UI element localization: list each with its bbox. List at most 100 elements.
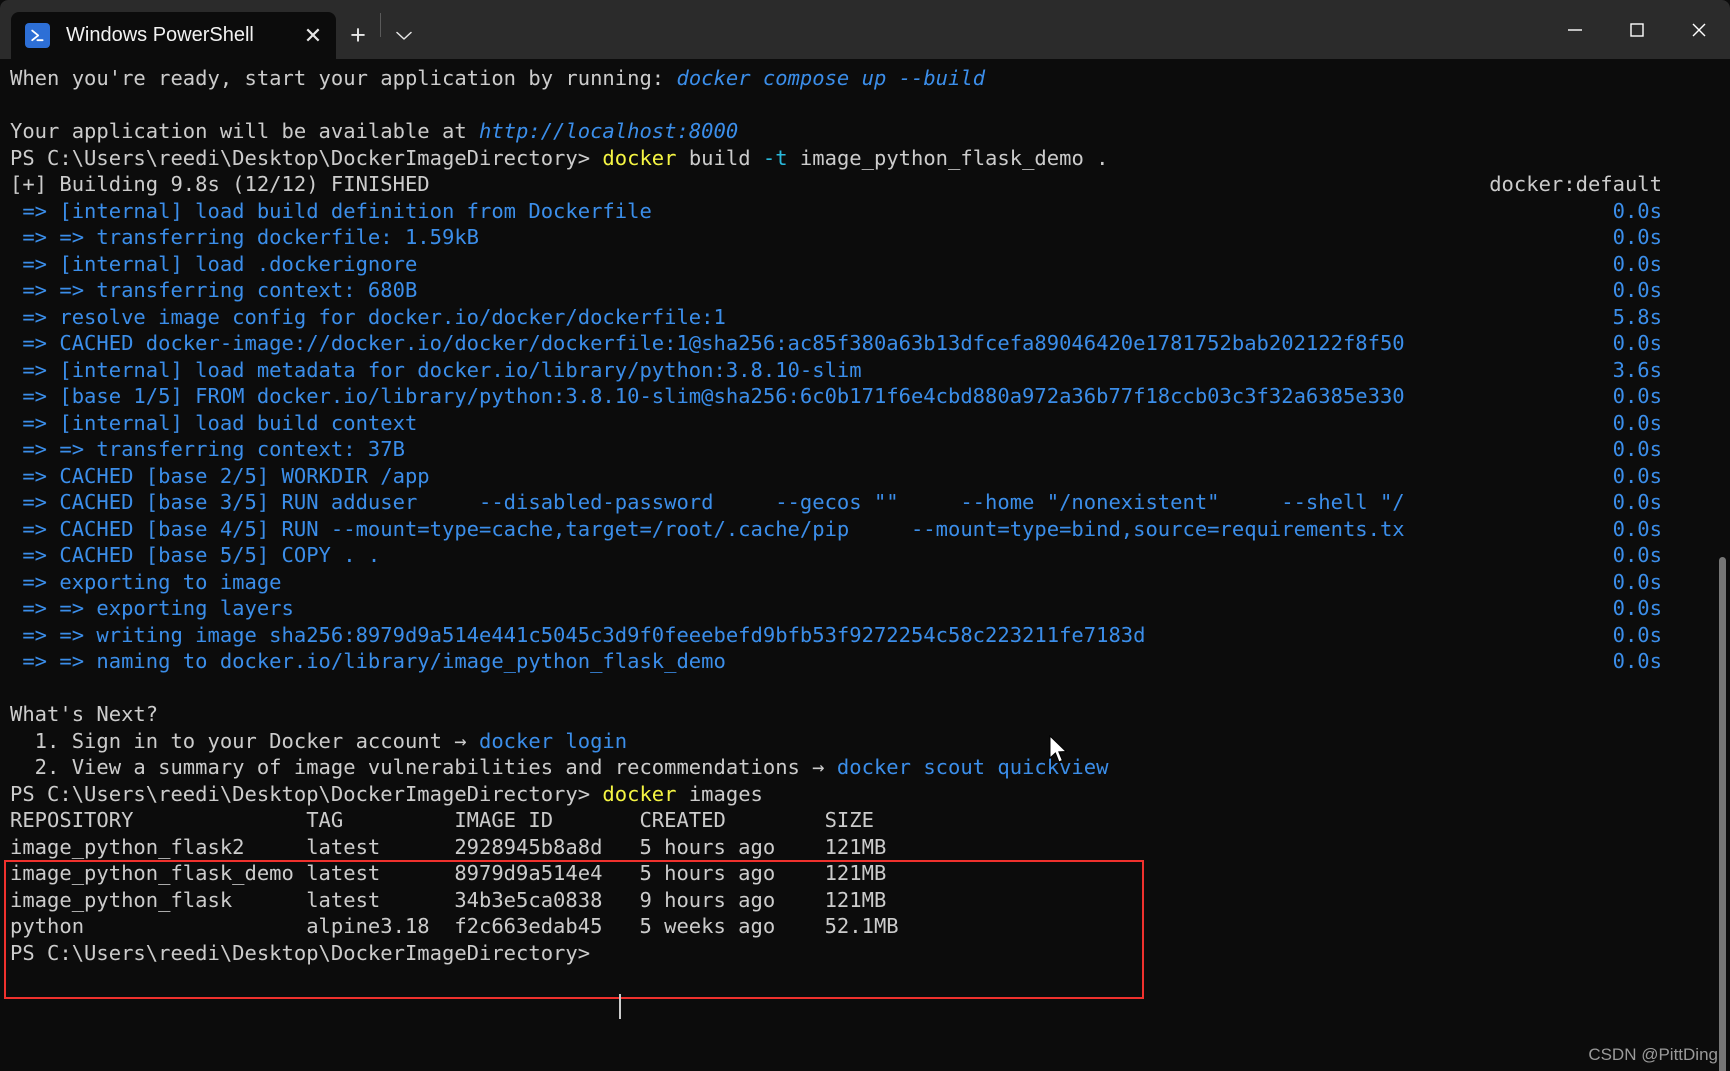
images-table-header: REPOSITORY TAG IMAGE ID CREATED SIZE (10, 808, 874, 832)
images-table-row: image_python_flask latest 34b3e5ca0838 9… (10, 887, 887, 912)
localhost-url: http://localhost:8000 (479, 119, 739, 143)
build-step-text: => => transferring dockerfile: 1.59kB (10, 225, 479, 249)
build-step-time: 0.0s (1612, 410, 1662, 435)
final-prompt-line: PS C:\Users\reedi\Desktop\DockerImageDir… (0, 940, 1730, 967)
build-step-text: => exporting to image (10, 569, 282, 594)
images-table-row: image_python_flask2 latest 2928945b8a8d … (10, 834, 887, 859)
build-subcommand: build (676, 145, 763, 170)
whats-next-items: 1. Sign in to your Docker account → dock… (0, 728, 1730, 781)
prompt-line-images: PS C:\Users\reedi\Desktop\DockerImageDir… (0, 781, 1730, 808)
title-bar: Windows PowerShell ✕ + (0, 0, 1730, 59)
powershell-icon (25, 23, 50, 48)
images-table-rows: image_python_flask2 latest 2928945b8a8d … (0, 834, 1730, 940)
ready-line: When you're ready, start your applicatio… (0, 65, 1730, 92)
building-header-row: [+] Building 9.8s (12/12) FINISHED docke… (0, 171, 1730, 198)
build-step-time: 0.0s (1612, 516, 1662, 541)
builder-name: docker:default (1489, 172, 1662, 196)
compose-command: docker compose up --build (676, 66, 986, 90)
build-step-row: => [internal] load build definition from… (0, 198, 1730, 225)
build-step-text: => CACHED [base 2/5] WORKDIR /app (10, 463, 430, 488)
docker-keyword-2: docker (602, 781, 677, 806)
build-step-row: => [base 1/5] FROM docker.io/library/pyt… (0, 383, 1730, 410)
build-step-row: => [internal] load metadata for docker.i… (0, 357, 1730, 384)
build-step-row: => => exporting layers 0.0s (0, 595, 1730, 622)
whats-next-label: What's Next? (10, 702, 159, 726)
availability-text: Your application will be available at (10, 119, 479, 143)
build-step-row: => => writing image sha256:8979d9a514e44… (0, 622, 1730, 649)
build-step-text: => => exporting layers (10, 596, 294, 620)
build-step-time: 0.0s (1612, 278, 1662, 302)
building-header: [+] Building 9.8s (12/12) FINISHED (10, 172, 430, 196)
terminal-scrollbar[interactable] (1719, 557, 1726, 1071)
whats-next-item: 2. View a summary of image vulnerabiliti… (0, 754, 1730, 781)
terminal-output[interactable]: When you're ready, start your applicatio… (0, 59, 1730, 1071)
build-step-text: => => transferring context: 37B (10, 437, 405, 461)
build-step-row: => CACHED [base 2/5] WORKDIR /app 0.0s (0, 463, 1730, 490)
final-prompt-path: PS C:\Users\reedi\Desktop\DockerImageDir… (10, 940, 603, 965)
build-step-time: 0.0s (1612, 251, 1662, 276)
build-step-time: 0.0s (1612, 225, 1662, 249)
build-step-text: => => transferring context: 680B (10, 278, 418, 302)
build-step-text: => [internal] load .dockerignore (10, 251, 418, 276)
build-step-row: => CACHED [base 4/5] RUN --mount=type=ca… (0, 516, 1730, 543)
window-controls (1544, 0, 1730, 59)
build-step-row: => exporting to image 0.0s (0, 569, 1730, 596)
watermark: CSDN @PittDing (1588, 1045, 1718, 1064)
close-window-button[interactable] (1668, 0, 1730, 59)
build-step-time: 0.0s (1612, 384, 1662, 408)
maximize-button[interactable] (1606, 0, 1668, 59)
build-step-time: 5.8s (1612, 304, 1662, 329)
minimize-button[interactable] (1544, 0, 1606, 59)
images-table-row: python alpine3.18 f2c663edab45 5 weeks a… (10, 914, 899, 938)
build-image-name: image_python_flask_demo . (787, 145, 1109, 170)
build-step-row: => [internal] load .dockerignore 0.0s (0, 251, 1730, 278)
tab-windows-powershell[interactable]: Windows PowerShell ✕ (11, 12, 336, 59)
build-step-text: => [internal] load metadata for docker.i… (10, 357, 862, 382)
build-step-row: => => transferring dockerfile: 1.59kB 0.0… (0, 224, 1730, 251)
whats-next-title: What's Next? (0, 701, 1730, 728)
build-step-time: 0.0s (1612, 490, 1662, 514)
tab-strip: Windows PowerShell ✕ + (0, 0, 427, 59)
build-step-time: 0.0s (1612, 543, 1662, 567)
whats-next-item-number: 1. Sign in to your Docker account → (10, 728, 479, 753)
build-step-text: => [internal] load build definition from… (10, 198, 652, 223)
whats-next-item: 1. Sign in to your Docker account → dock… (0, 728, 1730, 755)
build-step-time: 3.6s (1612, 357, 1662, 382)
build-step-text: => CACHED [base 5/5] COPY . . (10, 543, 381, 567)
whats-next-item-number: 2. View a summary of image vulnerabiliti… (10, 755, 837, 779)
build-step-text: => => writing image sha256:8979d9a514e44… (10, 622, 1146, 647)
build-step-text: => resolve image config for docker.io/do… (10, 304, 726, 329)
close-tab-icon[interactable]: ✕ (296, 19, 330, 53)
prompt-path: PS C:\Users\reedi\Desktop\DockerImageDir… (10, 145, 603, 170)
build-step-text: => CACHED [base 3/5] RUN adduser --disab… (10, 490, 1405, 514)
build-step-row: => => naming to docker.io/library/image_… (0, 648, 1730, 675)
build-step-time: 0.0s (1612, 331, 1662, 355)
docker-keyword: docker (602, 145, 677, 170)
chevron-down-icon[interactable] (381, 12, 427, 59)
new-tab-button[interactable]: + (336, 12, 380, 59)
tag-flag: -t (762, 145, 788, 170)
powershell-window: Windows PowerShell ✕ + When you're ready… (0, 0, 1730, 1071)
images-table-row: image_python_flask_demo latest 8979d9a51… (10, 861, 887, 885)
availability-line: Your application will be available at ht… (0, 118, 1730, 145)
text-caret (619, 994, 621, 1019)
build-step-text: => CACHED [base 4/5] RUN --mount=type=ca… (10, 516, 1405, 541)
whats-next-item-command: docker login (479, 728, 628, 753)
build-step-time: 0.0s (1612, 569, 1662, 594)
build-step-time: 0.0s (1612, 463, 1662, 488)
build-step-text: => [base 1/5] FROM docker.io/library/pyt… (10, 384, 1405, 408)
build-step-row: => resolve image config for docker.io/do… (0, 304, 1730, 331)
build-step-row: => [internal] load build context 0.0s (0, 410, 1730, 437)
build-step-text: => [internal] load build context (10, 410, 418, 435)
tab-title: Windows PowerShell (66, 24, 254, 46)
build-step-time: 0.0s (1612, 622, 1662, 647)
build-step-time: 0.0s (1612, 649, 1662, 673)
build-step-time: 0.0s (1612, 596, 1662, 620)
build-step-row: => CACHED docker-image://docker.io/docke… (0, 330, 1730, 357)
build-step-text: => => naming to docker.io/library/image_… (10, 649, 726, 673)
images-subcommand: images (676, 781, 763, 806)
mouse-cursor-icon (1049, 734, 1071, 767)
build-step-row: => => transferring context: 37B 0.0s (0, 436, 1730, 463)
